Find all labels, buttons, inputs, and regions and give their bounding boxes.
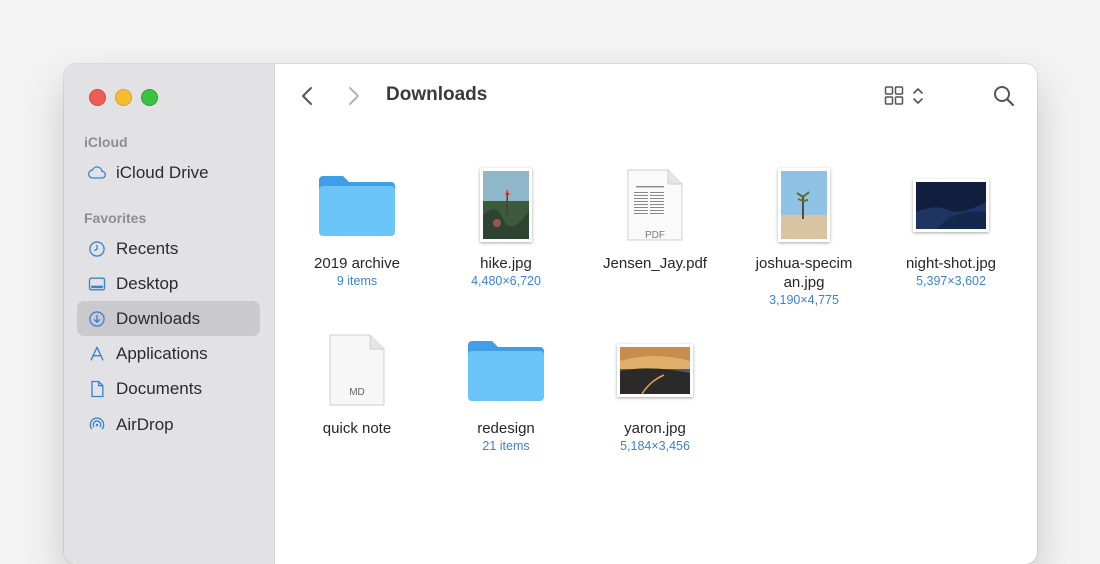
file-name: quick note xyxy=(322,420,392,437)
chevron-left-icon xyxy=(302,87,312,105)
file-item-night-shot[interactable]: night-shot.jpg 5,397×3,602 xyxy=(886,160,1016,288)
file-item-2019-archive[interactable]: 2019 archive 9 items xyxy=(292,160,422,288)
file-name: redesign xyxy=(477,420,535,437)
window-controls xyxy=(89,89,158,106)
file-name: hike.jpg xyxy=(480,255,532,272)
file-name: night-shot.jpg xyxy=(905,255,997,272)
cloud-icon xyxy=(86,162,108,184)
file-meta: 21 items xyxy=(482,439,530,453)
sidebar-item-desktop[interactable]: Desktop xyxy=(77,266,260,301)
download-icon xyxy=(86,308,108,330)
file-type-badge: PDF xyxy=(645,230,665,241)
section-label-icloud: iCloud xyxy=(84,134,128,150)
file-name: joshua-speciman.jpg xyxy=(755,255,853,291)
section-label-favorites: Favorites xyxy=(84,210,147,226)
file-item-joshua-speciman[interactable]: joshua-speciman.jpg 3,190×4,775 xyxy=(739,160,869,307)
clock-icon xyxy=(86,238,108,260)
icon-grid-view-icon xyxy=(884,86,923,105)
file-meta: 4,480×6,720 xyxy=(471,274,541,288)
search-icon xyxy=(994,86,1015,107)
file-item-jensen-jay-pdf[interactable]: PDF Jensen_Jay.pdf xyxy=(590,160,720,273)
desktop-icon xyxy=(86,273,108,295)
sidebar-item-label: Downloads xyxy=(116,308,201,328)
file-name: 2019 archive xyxy=(314,255,400,272)
file-meta: 5,397×3,602 xyxy=(916,274,986,288)
sidebar-item-label: Applications xyxy=(116,343,208,363)
file-meta: 9 items xyxy=(336,274,378,288)
sidebar-item-airdrop[interactable]: AirDrop xyxy=(77,407,260,442)
sidebar-item-label: Documents xyxy=(116,378,202,398)
image-thumbnail-icon xyxy=(617,343,693,397)
window-title: Downloads xyxy=(386,84,488,105)
applications-icon xyxy=(86,343,108,365)
image-thumbnail-icon xyxy=(480,168,532,242)
file-meta: 3,190×4,775 xyxy=(769,293,839,307)
search-button[interactable] xyxy=(992,84,1016,108)
sidebar-item-label: iCloud Drive xyxy=(116,162,209,182)
finder-window: iCloud iCloud Drive Favorites Recents De… xyxy=(64,64,1037,564)
folder-icon xyxy=(319,176,395,236)
document-icon xyxy=(86,378,108,400)
sidebar-item-downloads[interactable]: Downloads xyxy=(77,301,260,336)
file-meta: 5,184×3,456 xyxy=(620,439,690,453)
back-button[interactable] xyxy=(296,84,320,108)
file-type-badge: MD xyxy=(349,387,365,398)
image-thumbnail-icon xyxy=(778,168,830,242)
view-options-button[interactable] xyxy=(884,84,928,108)
sidebar-item-label: AirDrop xyxy=(116,414,174,434)
sidebar: iCloud iCloud Drive Favorites Recents De… xyxy=(64,64,275,564)
file-grid: 2019 archive 9 items hike.jpg 4,480×6,72… xyxy=(274,130,1037,564)
close-window-button[interactable] xyxy=(89,89,106,106)
file-item-quick-note[interactable]: MD quick note xyxy=(292,325,422,438)
sidebar-item-documents[interactable]: Documents xyxy=(77,371,260,406)
sidebar-item-label: Desktop xyxy=(116,273,179,293)
image-thumbnail-icon xyxy=(913,178,989,232)
file-item-hike[interactable]: hike.jpg 4,480×6,720 xyxy=(441,160,571,288)
sidebar-item-label: Recents xyxy=(116,238,179,258)
forward-button[interactable] xyxy=(341,84,365,108)
sidebar-item-recents[interactable]: Recents xyxy=(77,231,260,266)
sidebar-item-applications[interactable]: Applications xyxy=(77,336,260,371)
sidebar-item-icloud-drive[interactable]: iCloud Drive xyxy=(77,155,260,190)
chevron-right-icon xyxy=(349,87,359,105)
maximize-window-button[interactable] xyxy=(141,89,158,106)
toolbar: Downloads xyxy=(274,64,1037,130)
airdrop-icon xyxy=(86,414,108,436)
file-item-redesign[interactable]: redesign 21 items xyxy=(441,325,571,453)
minimize-window-button[interactable] xyxy=(115,89,132,106)
folder-icon xyxy=(468,341,544,401)
file-item-yaron[interactable]: yaron.jpg 5,184×3,456 xyxy=(590,325,720,453)
file-name: Jensen_Jay.pdf xyxy=(603,255,707,272)
file-name: yaron.jpg xyxy=(624,420,686,437)
